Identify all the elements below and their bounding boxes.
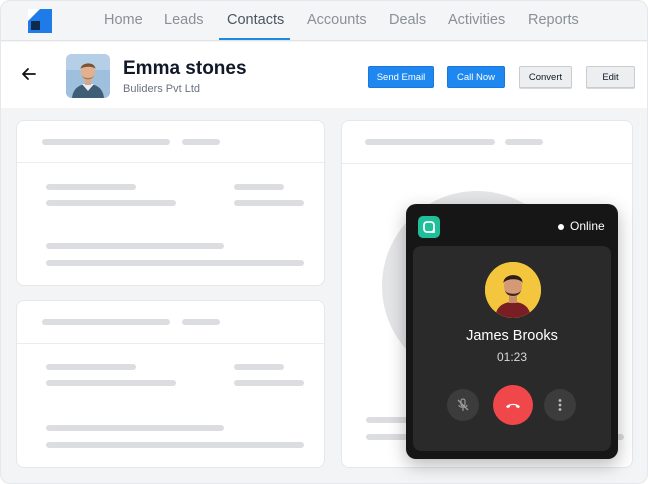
skeleton-line bbox=[46, 243, 224, 249]
skeleton-line bbox=[46, 200, 176, 206]
nav-accounts[interactable]: Accounts bbox=[307, 12, 367, 28]
call-now-button[interactable]: Call Now bbox=[447, 66, 505, 88]
skeleton-line bbox=[182, 319, 220, 325]
edit-button[interactable]: Edit bbox=[586, 66, 635, 88]
send-email-button[interactable]: Send Email bbox=[368, 66, 434, 88]
skeleton-line bbox=[234, 364, 284, 370]
more-vertical-icon bbox=[558, 399, 562, 411]
caller-name: James Brooks bbox=[466, 328, 558, 344]
skeleton-line bbox=[46, 425, 224, 431]
back-arrow-icon[interactable] bbox=[19, 64, 39, 84]
nav-reports[interactable]: Reports bbox=[528, 12, 579, 28]
nav-home[interactable]: Home bbox=[104, 12, 143, 28]
details-card-placeholder bbox=[16, 300, 325, 468]
mic-off-icon bbox=[457, 398, 469, 411]
call-panel: James Brooks 01:23 bbox=[413, 246, 611, 451]
skeleton-line bbox=[42, 319, 170, 325]
top-navigation: Home Leads Contacts Accounts Deals Activ… bbox=[1, 1, 647, 41]
skeleton-line bbox=[46, 260, 304, 266]
person-photo-icon bbox=[485, 262, 541, 318]
contact-name: Emma stones bbox=[123, 58, 247, 79]
skeleton-line bbox=[365, 139, 495, 145]
app-icon bbox=[418, 216, 440, 238]
contact-avatar bbox=[66, 54, 110, 98]
skeleton-line bbox=[46, 184, 136, 190]
person-photo-icon bbox=[66, 54, 110, 98]
skeleton-line bbox=[42, 139, 170, 145]
active-tab-indicator bbox=[219, 38, 290, 40]
skeleton-line bbox=[505, 139, 543, 145]
skeleton-line bbox=[234, 200, 304, 206]
skeleton-line bbox=[234, 380, 304, 386]
online-status-dot bbox=[558, 224, 564, 230]
contact-company: Buliders Pvt Ltd bbox=[123, 83, 201, 95]
skeleton-line bbox=[46, 380, 176, 386]
call-timer: 01:23 bbox=[496, 350, 528, 364]
crm-window: Home Leads Contacts Accounts Deals Activ… bbox=[0, 0, 648, 484]
mute-button[interactable] bbox=[447, 389, 479, 421]
card-divider bbox=[342, 163, 632, 164]
convert-button[interactable]: Convert bbox=[519, 66, 572, 88]
skeleton-line bbox=[46, 442, 304, 448]
phone-hangup-icon bbox=[506, 403, 520, 409]
online-status: Online bbox=[570, 219, 605, 233]
caller-avatar bbox=[485, 262, 541, 318]
card-divider bbox=[17, 343, 324, 344]
more-options-button[interactable] bbox=[544, 389, 576, 421]
nav-deals[interactable]: Deals bbox=[389, 12, 426, 28]
nav-contacts[interactable]: Contacts bbox=[227, 12, 284, 28]
skeleton-line bbox=[182, 139, 220, 145]
nav-activities[interactable]: Activities bbox=[448, 12, 505, 28]
hang-up-button[interactable] bbox=[493, 385, 533, 425]
skeleton-line bbox=[234, 184, 284, 190]
chat-bubble-icon bbox=[423, 221, 435, 233]
call-widget: Online James Brooks 01:23 bbox=[406, 204, 618, 459]
skeleton-line bbox=[46, 364, 136, 370]
contact-header: Emma stones Buliders Pvt Ltd Send Email … bbox=[1, 42, 647, 108]
nav-leads[interactable]: Leads bbox=[164, 12, 204, 28]
details-card-placeholder bbox=[16, 120, 325, 286]
card-divider bbox=[17, 162, 324, 163]
app-logo[interactable] bbox=[28, 9, 52, 33]
